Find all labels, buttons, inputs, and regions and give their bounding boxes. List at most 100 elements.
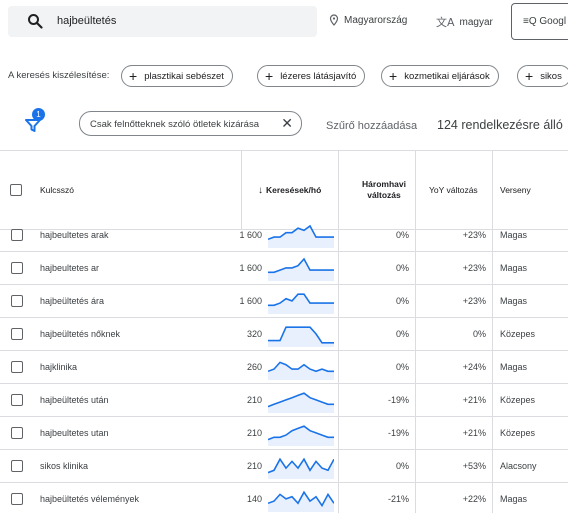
row-checkbox[interactable] <box>11 262 23 274</box>
row-checkbox[interactable] <box>11 394 23 406</box>
yoy-cell: +22% <box>462 494 486 504</box>
location-label: Magyarország <box>344 14 408 26</box>
table-row[interactable]: hajklinika 260 0% +24% Magas <box>0 351 568 384</box>
broaden-chip[interactable]: + plasztikai sebészet <box>121 65 233 87</box>
table-row[interactable]: hajbeultetes utan 210 -19% +21% Közepes <box>0 417 568 450</box>
yoy-cell: +53% <box>462 461 486 471</box>
header-three-month-label: Háromhavi változás <box>362 179 406 200</box>
trend-sparkline <box>268 392 334 413</box>
table-row[interactable]: hajbeültetés nőknek 320 0% 0% Közepes <box>0 318 568 351</box>
broaden-chip-label: kozmetikai eljárások <box>404 70 490 82</box>
column-divider <box>338 318 339 351</box>
keyword-cell: hajklinika <box>40 362 78 372</box>
column-divider <box>415 384 416 417</box>
location-pin-icon <box>329 14 339 26</box>
yoy-cell: +24% <box>462 362 486 372</box>
column-divider <box>492 351 493 384</box>
competition-cell: Alacsony <box>500 461 537 471</box>
three-month-cell: 0% <box>395 296 409 306</box>
volume-cell: 260 <box>246 362 262 372</box>
row-checkbox[interactable] <box>11 460 23 472</box>
row-checkbox[interactable] <box>11 493 23 505</box>
column-divider <box>492 151 493 229</box>
yoy-cell: +21% <box>462 428 486 438</box>
search-icon <box>28 14 43 29</box>
table-row[interactable]: sikos klinika 210 0% +53% Alacsony <box>0 450 568 483</box>
row-checkbox[interactable] <box>11 328 23 340</box>
filter-row: 1 Csak felnőtteknek szóló ötletek kizárá… <box>0 103 568 143</box>
table-header: Kulcsszó ↓ Keresések/hó Háromhavi változ… <box>0 150 568 230</box>
yoy-cell: +23% <box>462 296 486 306</box>
column-divider <box>492 285 493 318</box>
yoy-cell: +21% <box>462 395 486 405</box>
volume-cell: 210 <box>246 428 262 438</box>
row-checkbox[interactable] <box>11 295 23 307</box>
plus-icon: + <box>129 68 138 84</box>
column-divider <box>415 318 416 351</box>
broaden-search-row: A keresés kiszélesítése: + plasztikai seb… <box>0 61 568 91</box>
column-divider <box>338 384 339 417</box>
broaden-chip-label: lézeres látásjavító <box>280 70 357 82</box>
header-searches[interactable]: ↓ Keresések/hó <box>258 151 321 229</box>
checkbox[interactable] <box>10 184 22 196</box>
header-competition[interactable]: Verseny <box>500 151 531 229</box>
active-filter-chip[interactable]: Csak felnőtteknek szóló ötletek kizárása… <box>79 111 302 136</box>
column-divider <box>492 483 493 513</box>
volume-cell: 140 <box>246 494 262 504</box>
keyword-cell: hajbeültetés ára <box>40 296 105 306</box>
sparkline-area <box>268 327 334 347</box>
table-row[interactable]: hajbeültetés vélemények 140 -21% +22% Magas <box>0 483 568 513</box>
competition-cell: Magas <box>500 263 528 273</box>
column-divider <box>338 483 339 513</box>
three-month-cell: 0% <box>395 230 409 240</box>
plus-icon: + <box>525 68 534 84</box>
location-selector[interactable]: Magyarország <box>329 14 407 26</box>
table-row[interactable]: hajbeültetés ára 1 600 0% +23% Magas <box>0 285 568 318</box>
column-divider <box>415 450 416 483</box>
three-month-cell: 0% <box>395 461 409 471</box>
header-three-month[interactable]: Háromhavi változás <box>345 151 410 229</box>
table-row[interactable]: hajbeültetés után 210 -19% +21% Közepes <box>0 384 568 417</box>
search-input[interactable]: hajbeültetés <box>8 6 317 37</box>
table-row[interactable]: hajbeultetes ar 1 600 0% +23% Magas <box>0 252 568 285</box>
close-icon[interactable]: ✕ <box>281 115 293 132</box>
column-divider <box>492 417 493 450</box>
select-all-checkbox[interactable] <box>10 151 22 229</box>
competition-cell: Magas <box>500 296 528 306</box>
broaden-chip-label: sikos <box>540 70 562 82</box>
row-checkbox[interactable] <box>11 229 23 241</box>
column-divider <box>338 351 339 384</box>
top-bar: hajbeültetés Magyarország 文A magyar ≡Q G… <box>0 0 568 50</box>
add-filter-button[interactable]: Szűrő hozzáadása <box>326 120 417 132</box>
language-label: magyar <box>459 16 493 28</box>
table-row[interactable]: hajbeultetes arak 1 600 0% +23% Magas <box>0 219 568 252</box>
broaden-search-label: A keresés kiszélesítése: <box>8 70 110 81</box>
column-divider <box>492 219 493 252</box>
search-network-button[interactable]: ≡Q Googl <box>511 3 568 40</box>
trend-sparkline <box>268 224 334 248</box>
language-selector[interactable]: 文A magyar <box>436 14 493 30</box>
three-month-cell: 0% <box>395 329 409 339</box>
broaden-chip[interactable]: + sikos <box>517 65 568 87</box>
plus-icon: + <box>265 68 274 84</box>
broaden-chip[interactable]: + kozmetikai eljárások <box>381 65 499 87</box>
trend-sparkline <box>268 425 334 446</box>
row-checkbox[interactable] <box>11 361 23 373</box>
header-keyword[interactable]: Kulcsszó <box>40 151 74 229</box>
row-checkbox[interactable] <box>11 427 23 439</box>
keyword-cell: hajbeultetes arak <box>40 230 109 240</box>
column-divider <box>338 252 339 285</box>
sort-arrow-down-icon: ↓ <box>258 184 263 196</box>
header-yoy[interactable]: YoY változás <box>429 151 478 229</box>
three-month-cell: -19% <box>387 395 409 405</box>
volume-cell: 1 600 <box>239 230 262 240</box>
keyword-cell: hajbeültetés nőknek <box>40 329 121 339</box>
competition-cell: Közepes <box>500 329 536 339</box>
filter-count-badge: 1 <box>32 108 45 121</box>
broaden-chip[interactable]: + lézeres látásjavító <box>257 65 366 87</box>
header-searches-label: Keresések/hó <box>266 185 322 195</box>
volume-cell: 1 600 <box>239 263 262 273</box>
yoy-cell: +23% <box>462 263 486 273</box>
three-month-cell: 0% <box>395 362 409 372</box>
three-month-cell: -21% <box>387 494 409 504</box>
